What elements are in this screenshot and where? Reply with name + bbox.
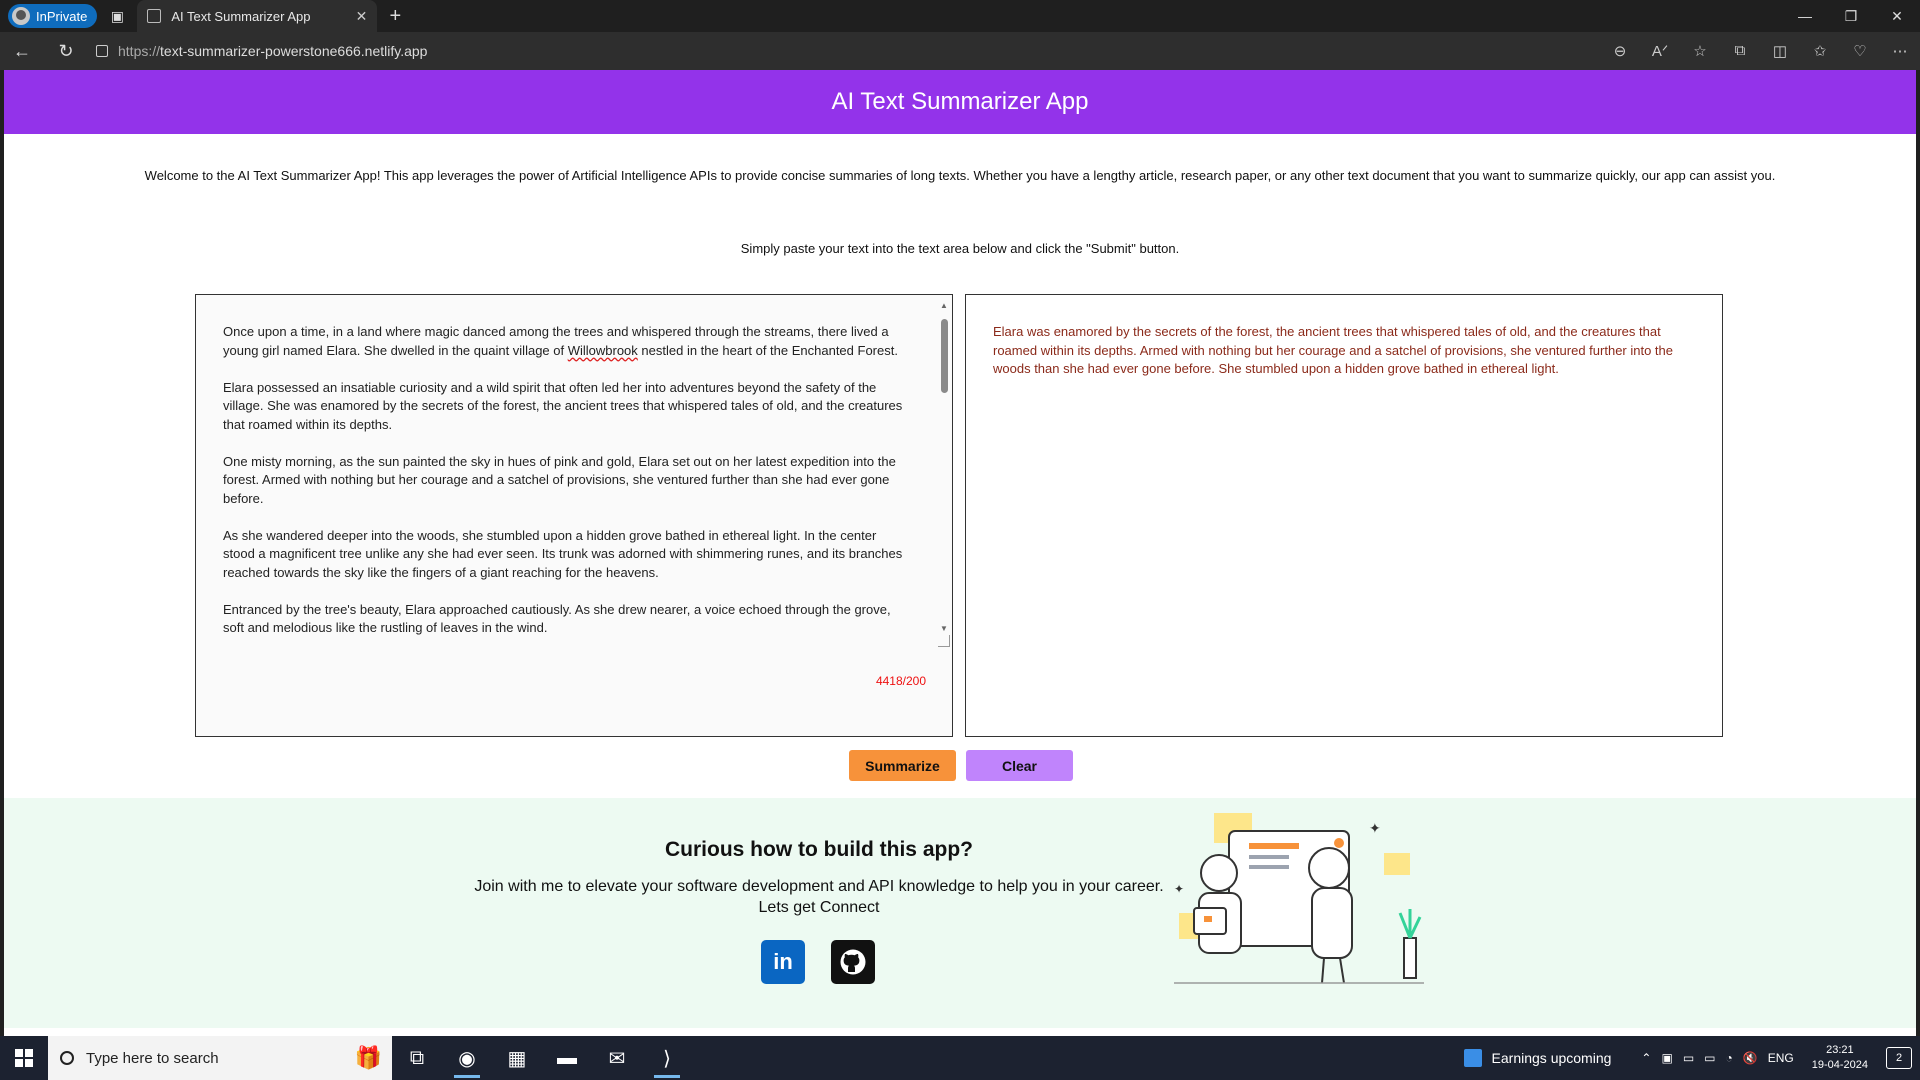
- social-links: in: [761, 940, 875, 984]
- resize-grip-icon[interactable]: [938, 635, 950, 647]
- notification-center-icon[interactable]: 2: [1886, 1047, 1912, 1069]
- system-tray: Earnings upcoming ⌃ ▣ ▭ ▭ ◔ 🔇 ENG 23:21 …: [1463, 1043, 1920, 1073]
- earnings-label: Earnings upcoming: [1491, 1050, 1612, 1066]
- store-taskbar-icon[interactable]: ▦: [492, 1036, 542, 1080]
- file-explorer-taskbar-icon[interactable]: ▬: [542, 1036, 592, 1080]
- search-highlight-icon: 🎁: [354, 1045, 382, 1070]
- back-icon[interactable]: ←: [0, 41, 44, 62]
- input-paragraph: One misty morning, as the sun painted th…: [223, 453, 896, 506]
- task-view-icon[interactable]: ⧉: [392, 1036, 442, 1080]
- clock-time: 23:21: [1826, 1044, 1854, 1056]
- panels: Once upon a time, in a land where magic …: [195, 294, 1723, 737]
- browser-tab-active[interactable]: AI Text Summarizer App ✕: [137, 0, 378, 32]
- url-scheme: https://: [118, 43, 161, 59]
- close-window-icon[interactable]: ✕: [1874, 8, 1920, 25]
- inprivate-badge[interactable]: InPrivate: [8, 4, 98, 28]
- footer: Curious how to build this app? Join with…: [4, 798, 1916, 1028]
- tab-actions-icon[interactable]: ▣: [97, 0, 137, 32]
- display-icon[interactable]: ▭: [1683, 1051, 1694, 1065]
- favorite-star-icon[interactable]: ☆: [1680, 42, 1720, 60]
- app-header: AI Text Summarizer App: [4, 70, 1916, 134]
- split-screen-icon[interactable]: ◫: [1760, 42, 1800, 60]
- window-controls: — ❐ ✕: [1782, 8, 1920, 25]
- browser-toolbar-icons: ⊖ Aᐟ ☆ ⧉ ◫ ✩ ♡ ⋯: [1600, 42, 1920, 60]
- input-paragraph: Elara possessed an insatiable curiosity …: [223, 379, 903, 432]
- notification-count: 2: [1895, 1052, 1903, 1064]
- windows-taskbar: Type here to search 🎁 ⧉ ◉ ▦ ▬ ✉ ⟩ Earnin…: [0, 1036, 1920, 1080]
- input-textarea[interactable]: Once upon a time, in a land where magic …: [196, 295, 952, 649]
- search-placeholder: Type here to search: [86, 1049, 219, 1067]
- input-paragraph: Once upon a time, in a land where magic …: [223, 323, 906, 360]
- restore-icon[interactable]: ❐: [1828, 8, 1874, 25]
- web-page: AI Text Summarizer App Welcome to the AI…: [4, 70, 1916, 1036]
- wifi-icon[interactable]: ◔: [1726, 1051, 1733, 1065]
- clock-date: 19-04-2024: [1811, 1059, 1868, 1071]
- input-paragraph: As she wandered deeper into the woods, s…: [223, 527, 903, 580]
- earnings-widget[interactable]: Earnings upcoming: [1463, 1049, 1612, 1067]
- search-icon: [60, 1051, 74, 1065]
- instructions-text: Simply paste your text into the text are…: [740, 241, 1180, 256]
- refresh-icon[interactable]: ↻: [44, 41, 88, 62]
- meet-now-icon[interactable]: ▣: [1661, 1051, 1672, 1065]
- char-counter: 4418/200: [875, 674, 926, 688]
- action-buttons: Summarize Clear: [849, 750, 1073, 781]
- input-text-run: nestled in the heart of the Enchanted Fo…: [637, 342, 898, 358]
- url-field[interactable]: https://text-summarizer-powerstone666.ne…: [96, 36, 1536, 66]
- input-panel: Once upon a time, in a land where magic …: [195, 294, 953, 737]
- intro-text: Welcome to the AI Text Summarizer App! T…: [144, 168, 1776, 183]
- stocks-chart-icon: [1463, 1049, 1482, 1067]
- close-tab-icon[interactable]: ✕: [356, 8, 368, 25]
- clock[interactable]: 23:21 19-04-2024: [1812, 1043, 1868, 1073]
- browser-address-bar: ← ↻ https://text-summarizer-powerstone66…: [0, 32, 1920, 70]
- vscode-taskbar-icon[interactable]: ⟩: [642, 1036, 692, 1080]
- linkedin-glyph: in: [773, 949, 793, 974]
- language-indicator[interactable]: ENG: [1768, 1051, 1794, 1065]
- extensions-icon[interactable]: ⧉: [1720, 42, 1760, 60]
- volume-mute-icon[interactable]: 🔇: [1743, 1051, 1758, 1065]
- svg-text:✦: ✦: [1174, 882, 1184, 896]
- summary-panel: Elara was enamored by the secrets of the…: [965, 294, 1723, 737]
- start-button[interactable]: [0, 1036, 48, 1080]
- zoom-icon[interactable]: ⊖: [1600, 42, 1640, 60]
- inprivate-label: InPrivate: [36, 8, 88, 24]
- scroll-down-arrow-icon[interactable]: ▼: [940, 624, 948, 633]
- tab-title: AI Text Summarizer App: [171, 8, 311, 24]
- settings-more-icon[interactable]: ⋯: [1880, 42, 1920, 60]
- footer-blurb: Join with me to elevate your software de…: [474, 878, 1164, 916]
- profile-avatar-icon: [12, 7, 30, 25]
- edge-taskbar-icon[interactable]: ◉: [442, 1036, 492, 1080]
- favorites-icon[interactable]: ✩: [1800, 42, 1840, 60]
- scrollbar-thumb[interactable]: [941, 319, 948, 393]
- lock-icon[interactable]: [96, 45, 108, 57]
- url-host: text-summarizer-powerstone666.netlify.ap…: [160, 43, 428, 59]
- app-title: AI Text Summarizer App: [831, 88, 1089, 115]
- linkedin-icon[interactable]: in: [761, 940, 805, 984]
- scroll-up-arrow-icon[interactable]: ▲: [940, 301, 948, 310]
- developer-illustration: ✦ ✦: [1174, 813, 1424, 984]
- read-aloud-icon[interactable]: Aᐟ: [1640, 42, 1680, 60]
- browser-tab-bar: InPrivate ▣ AI Text Summarizer App ✕ + —…: [0, 0, 1920, 32]
- clear-button[interactable]: Clear: [966, 750, 1073, 781]
- misspelled-word: Willowbrook: [567, 342, 638, 358]
- input-paragraph: Entranced by the tree's beauty, Elara ap…: [223, 601, 891, 636]
- page-favicon-icon: [147, 9, 162, 23]
- summary-output: Elara was enamored by the secrets of the…: [993, 324, 1674, 376]
- windows-logo-icon: [15, 1049, 33, 1067]
- mail-taskbar-icon[interactable]: ✉: [592, 1036, 642, 1080]
- taskbar-search[interactable]: Type here to search 🎁: [48, 1036, 392, 1080]
- browser-essentials-icon[interactable]: ♡: [1840, 42, 1880, 60]
- show-hidden-icons-icon[interactable]: ⌃: [1641, 1051, 1651, 1065]
- textarea-scrollbar[interactable]: ▲ ▼: [938, 301, 952, 641]
- summarize-button[interactable]: Summarize: [849, 750, 956, 781]
- github-logo-icon: [840, 949, 866, 975]
- svg-text:✦: ✦: [1369, 820, 1381, 836]
- new-tab-icon[interactable]: +: [377, 5, 413, 28]
- minimize-icon[interactable]: —: [1782, 8, 1828, 25]
- battery-icon[interactable]: ▭: [1704, 1051, 1715, 1065]
- github-icon[interactable]: [831, 940, 875, 984]
